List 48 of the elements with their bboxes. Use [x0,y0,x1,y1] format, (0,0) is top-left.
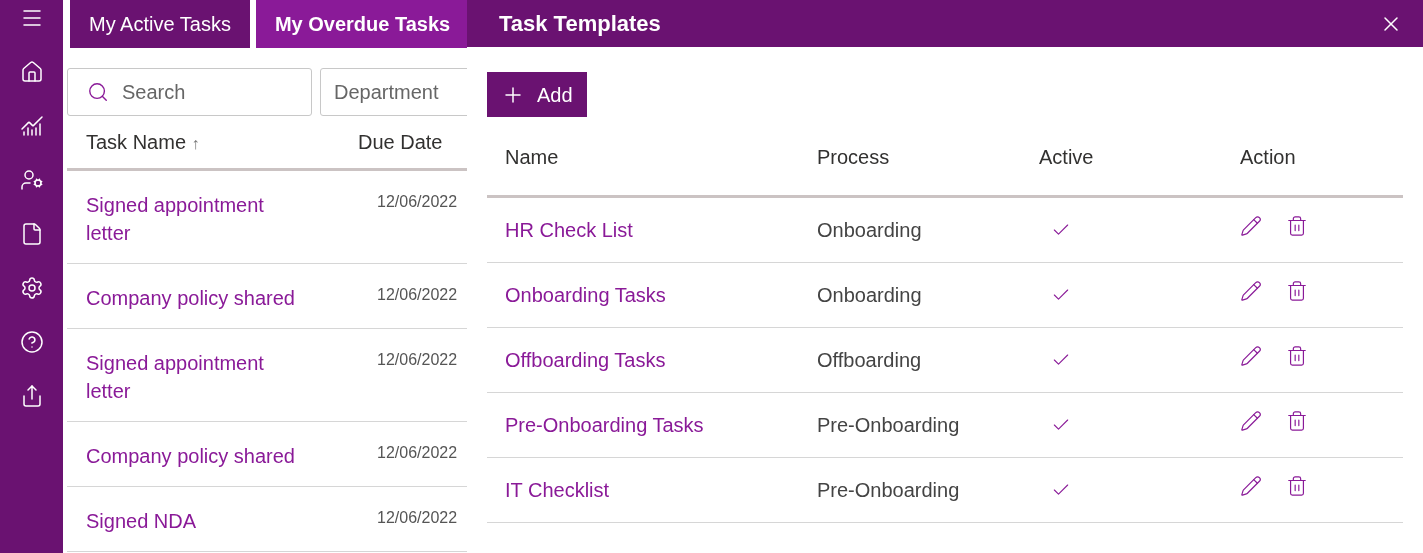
delete-icon[interactable] [1286,475,1308,497]
table-cell-text: Pre-Onboarding [817,413,961,438]
search-icon [87,81,109,103]
table-cell-text: 12/06/2022 [377,350,458,370]
chart-icon[interactable] [19,114,44,138]
table-cell-text: Pre-Onboarding [817,478,961,503]
table-cell-text: 12/06/2022 [377,285,458,305]
task-link[interactable]: Company policy shared [86,442,296,470]
template-link[interactable]: Onboarding Tasks [505,280,817,310]
template-link[interactable]: Offboarding Tasks [505,345,817,375]
home-icon[interactable] [19,60,44,84]
panel-title: Task Templates [499,10,661,38]
tab[interactable]: My Overdue Tasks [255,0,467,48]
user-gear-icon[interactable] [19,168,44,192]
table-cell-text: Onboarding [817,283,923,308]
department-field[interactable]: Department [320,68,467,116]
edit-icon[interactable] [1240,345,1262,367]
column-header[interactable]: Due Date [358,127,443,157]
template-link[interactable]: IT Checklist [505,475,817,505]
column-header: Action [1240,145,1296,170]
column-header: Name [505,145,560,170]
task-link[interactable]: Signed appointment letter [86,349,296,405]
column-header: Process [817,145,891,170]
delete-icon[interactable] [1286,345,1308,367]
delete-icon[interactable] [1286,280,1308,302]
table-cell-text: 12/06/2022 [377,508,458,528]
add-button[interactable]: Add [487,72,587,117]
column-header: Active [1039,145,1095,170]
settings-icon[interactable] [19,276,44,300]
edit-icon[interactable] [1240,475,1262,497]
task-link[interactable]: Signed NDA [86,507,296,535]
table-cell-text: 12/06/2022 [377,443,458,463]
delete-icon[interactable] [1286,410,1308,432]
help-icon[interactable] [19,330,44,354]
task-link[interactable]: Company policy shared [86,284,296,312]
task-link[interactable]: Signed appointment letter [86,191,296,247]
table-cell-text: Onboarding [817,218,923,243]
template-link[interactable]: Pre-Onboarding Tasks [505,410,817,440]
template-link[interactable]: HR Check List [505,215,817,245]
table-cell-text: 12/06/2022 [377,192,458,212]
edit-icon[interactable] [1240,410,1262,432]
edit-icon[interactable] [1240,280,1262,302]
search-field[interactable]: Search [67,68,312,116]
delete-icon[interactable] [1286,215,1308,237]
tab[interactable]: My Active Tasks [70,0,250,48]
column-header[interactable]: Task Name ↑ [67,127,358,157]
edit-icon[interactable] [1240,215,1262,237]
table-cell-text: Offboarding [817,348,923,373]
